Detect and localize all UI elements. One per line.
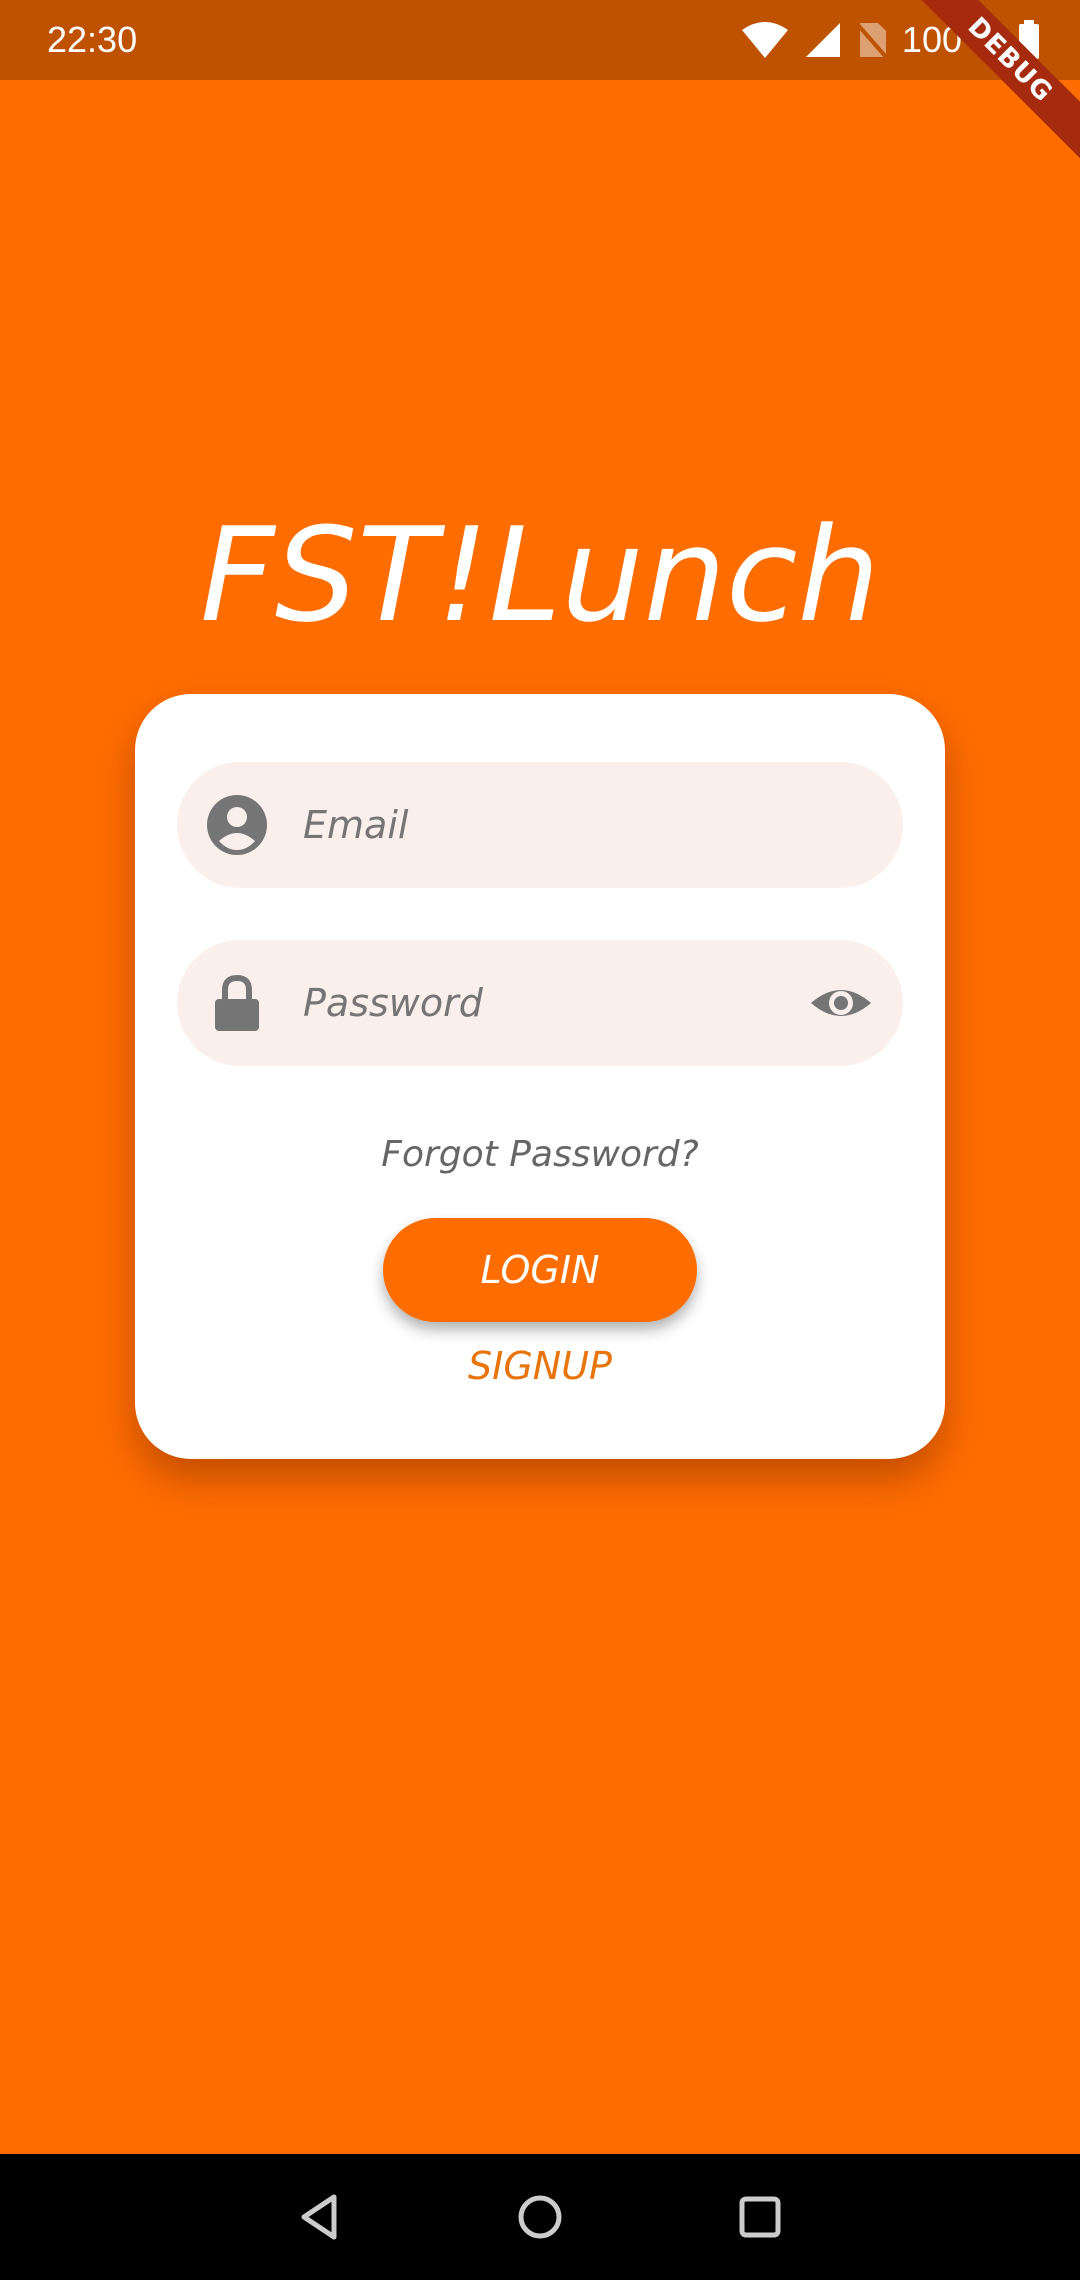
back-icon[interactable] [290,2187,350,2247]
status-bar: 22:30 100 % [0,0,1080,80]
wifi-icon [740,20,790,60]
home-icon[interactable] [510,2187,570,2247]
signal-icon [804,21,842,59]
no-sim-icon [856,21,888,59]
password-input[interactable] [303,940,753,1066]
account-circle-icon [207,795,267,855]
email-field[interactable] [177,762,903,888]
password-field[interactable] [177,940,903,1066]
lock-icon [207,973,267,1033]
app-title: FST!Lunch [200,499,880,651]
signup-link[interactable]: SIGNUP [135,1344,945,1388]
status-time: 22:30 [47,19,138,60]
email-input[interactable] [303,762,753,888]
recents-icon[interactable] [730,2187,790,2247]
login-button[interactable]: LOGIN [383,1218,697,1322]
forgot-password-link[interactable]: Forgot Password? [135,1134,945,1175]
navigation-bar [0,2154,1080,2280]
login-card: Forgot Password? LOGIN SIGNUP [135,694,945,1459]
eye-icon[interactable] [809,973,873,1033]
